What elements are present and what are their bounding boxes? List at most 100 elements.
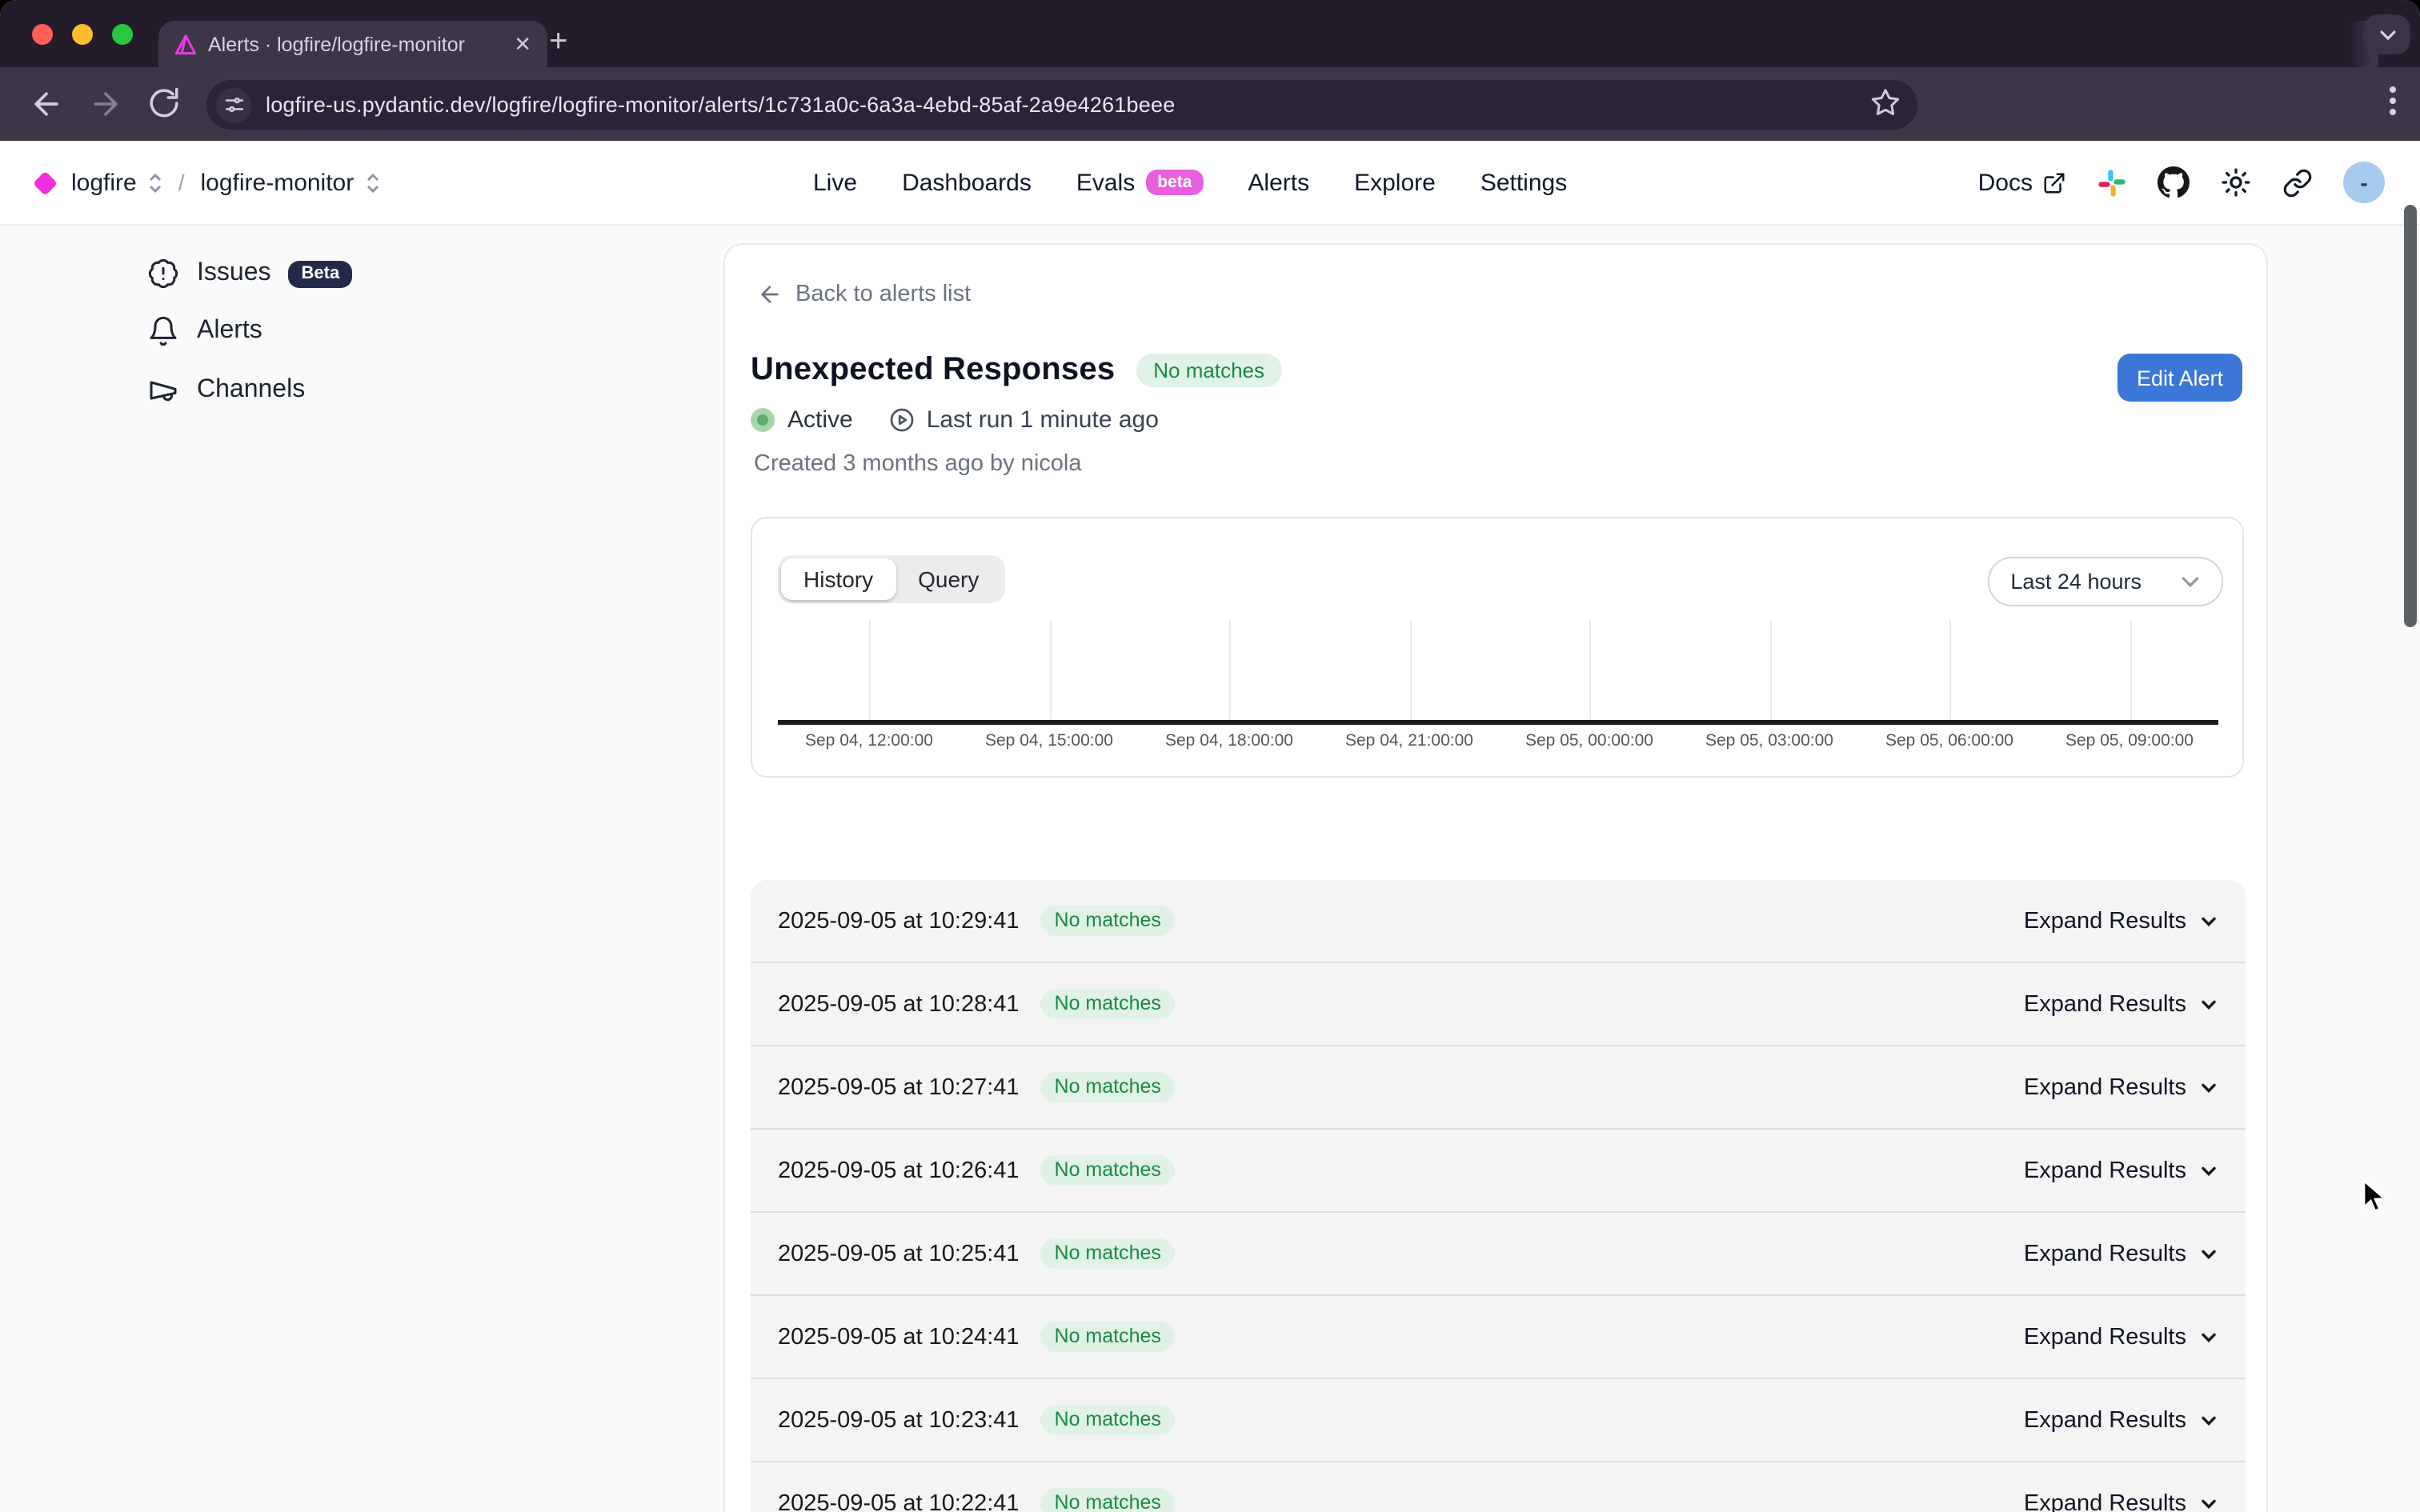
browser-tab-strip: Alerts · logfire/logfire-monitor ✕ + (0, 0, 2420, 67)
gridline (1229, 621, 1231, 720)
run-row: 2025-09-05 at 10:26:41 No matches Expand… (751, 1128, 2246, 1211)
gridline (1949, 621, 1951, 720)
history-query-tabs: History Query (778, 555, 1004, 603)
x-tick-label: Sep 04, 12:00:00 (805, 731, 933, 750)
back-icon[interactable] (29, 86, 64, 122)
tab-favicon-logfire-icon (174, 33, 197, 55)
megaphone-icon (147, 374, 179, 406)
run-timestamp: 2025-09-05 at 10:22:41 (778, 1490, 1020, 1512)
nav-item-settings[interactable]: Settings (1480, 169, 1567, 196)
back-to-alerts-link[interactable]: Back to alerts list (757, 282, 971, 307)
browser-tab[interactable]: Alerts · logfire/logfire-monitor ✕ (158, 21, 547, 67)
bell-icon (147, 315, 179, 347)
run-timestamp: 2025-09-05 at 10:29:41 (778, 908, 1020, 934)
gridline (2130, 621, 2131, 720)
expand-results-button[interactable]: Expand Results (2024, 1158, 2218, 1183)
bookmark-star-icon[interactable] (1869, 86, 1901, 118)
chevron-down-icon (2199, 1410, 2218, 1430)
run-status-badge: No matches (1040, 1322, 1176, 1353)
edit-alert-button[interactable]: Edit Alert (2118, 354, 2242, 402)
org-switcher[interactable]: logfire (71, 169, 137, 196)
mouse-cursor (2359, 1179, 2390, 1214)
sidebar-item-channels[interactable]: Channels (147, 371, 305, 410)
evals-beta-badge: beta (1146, 170, 1203, 196)
nav-item-dashboards[interactable]: Dashboards (902, 169, 1032, 196)
x-tick-label: Sep 04, 18:00:00 (1165, 731, 1293, 750)
nav-item-live[interactable]: Live (813, 169, 857, 196)
nav-item-explore[interactable]: Explore (1354, 169, 1436, 196)
page-scrollbar-thumb[interactable] (2404, 205, 2417, 627)
address-bar[interactable]: logfire-us.pydantic.dev/logfire/logfire-… (206, 80, 1917, 130)
gridline (1589, 621, 1591, 720)
breadcrumb-separator: / (178, 170, 185, 195)
badge-alert-icon (147, 258, 179, 290)
chevron-down-icon (2199, 1327, 2218, 1346)
browser-window: Alerts · logfire/logfire-monitor ✕ + log… (0, 0, 2420, 1512)
issues-beta-badge: Beta (289, 260, 353, 287)
title-status-badge: No matches (1136, 354, 1282, 387)
time-range-select[interactable]: Last 24 hours (1988, 557, 2223, 606)
app-topbar: logfire / logfire-monitor Live Dashboard… (0, 141, 2420, 226)
expand-results-button[interactable]: Expand Results (2024, 1407, 2218, 1433)
x-tick-label: Sep 04, 15:00:00 (985, 731, 1113, 750)
expand-results-button[interactable]: Expand Results (2024, 1074, 2218, 1100)
org-switcher-chevrons-icon[interactable] (150, 172, 162, 193)
new-tab-button[interactable]: + (549, 26, 567, 58)
chevron-down-icon (2199, 1161, 2218, 1180)
created-by-label: Created 3 months ago by nicola (754, 451, 1082, 477)
expand-results-button[interactable]: Expand Results (2024, 1241, 2218, 1266)
runs-list: 2025-09-05 at 10:29:41 No matches Expand… (751, 880, 2246, 1512)
tab-close-icon[interactable]: ✕ (514, 34, 531, 54)
project-switcher-chevrons-icon[interactable] (367, 172, 379, 193)
history-chart-card: History Query Last 24 hours Sep 04, 12:0… (751, 517, 2244, 778)
active-status-icon (751, 408, 775, 432)
run-status-badge: No matches (1040, 1488, 1176, 1512)
run-timestamp: 2025-09-05 at 10:25:41 (778, 1241, 1020, 1266)
tab-query[interactable]: Query (895, 558, 1001, 600)
share-link-icon[interactable] (2282, 167, 2313, 198)
x-axis-line (778, 720, 2218, 724)
sidebar-item-issues[interactable]: Issues Beta (147, 254, 352, 293)
run-row: 2025-09-05 at 10:24:41 No matches Expand… (751, 1294, 2246, 1378)
forward-icon[interactable] (88, 86, 123, 122)
chevron-down-icon (2199, 1078, 2218, 1097)
arrow-left-icon (757, 282, 783, 307)
breadcrumb: logfire / logfire-monitor (32, 141, 379, 224)
run-row: 2025-09-05 at 10:23:41 No matches Expand… (751, 1378, 2246, 1461)
active-status-label: Active (787, 406, 853, 434)
expand-results-button[interactable]: Expand Results (2024, 991, 2218, 1017)
theme-sun-icon[interactable] (2220, 166, 2252, 198)
minimize-window-button[interactable] (72, 24, 93, 45)
tab-search-button[interactable] (2364, 14, 2410, 54)
zoom-window-button[interactable] (112, 24, 133, 45)
x-tick-label: Sep 05, 06:00:00 (1885, 731, 2013, 750)
run-timestamp: 2025-09-05 at 10:24:41 (778, 1324, 1020, 1350)
slack-icon[interactable] (2097, 167, 2127, 198)
user-avatar[interactable]: - (2343, 162, 2385, 203)
site-settings-icon[interactable] (216, 87, 251, 122)
expand-results-button[interactable]: Expand Results (2024, 1324, 2218, 1350)
run-timestamp: 2025-09-05 at 10:27:41 (778, 1074, 1020, 1100)
run-status-badge: No matches (1040, 1072, 1176, 1103)
sidebar-item-alerts[interactable]: Alerts (147, 312, 262, 350)
reload-icon[interactable] (147, 86, 181, 120)
play-circle-icon (888, 406, 916, 434)
github-icon[interactable] (2158, 166, 2190, 198)
nav-item-alerts[interactable]: Alerts (1248, 169, 1309, 196)
expand-results-button[interactable]: Expand Results (2024, 1490, 2218, 1512)
tab-history[interactable]: History (781, 558, 895, 600)
run-status-badge: No matches (1040, 1155, 1176, 1186)
page-title: Unexpected Responses (751, 352, 1115, 389)
close-window-button[interactable] (32, 24, 53, 45)
browser-menu-icon[interactable] (2378, 83, 2407, 118)
expand-results-button[interactable]: Expand Results (2024, 908, 2218, 934)
docs-link[interactable]: Docs (1978, 169, 2066, 196)
nav-item-evals[interactable]: Evalsbeta (1076, 169, 1204, 196)
chevron-down-icon (2180, 571, 2201, 592)
gridline (869, 621, 871, 720)
project-switcher[interactable]: logfire-monitor (201, 169, 355, 196)
run-row: 2025-09-05 at 10:25:41 No matches Expand… (751, 1211, 2246, 1294)
url-text: logfire-us.pydantic.dev/logfire/logfire-… (266, 93, 1175, 117)
last-run-label: Last run 1 minute ago (927, 406, 1159, 434)
chevron-down-icon (2199, 994, 2218, 1014)
